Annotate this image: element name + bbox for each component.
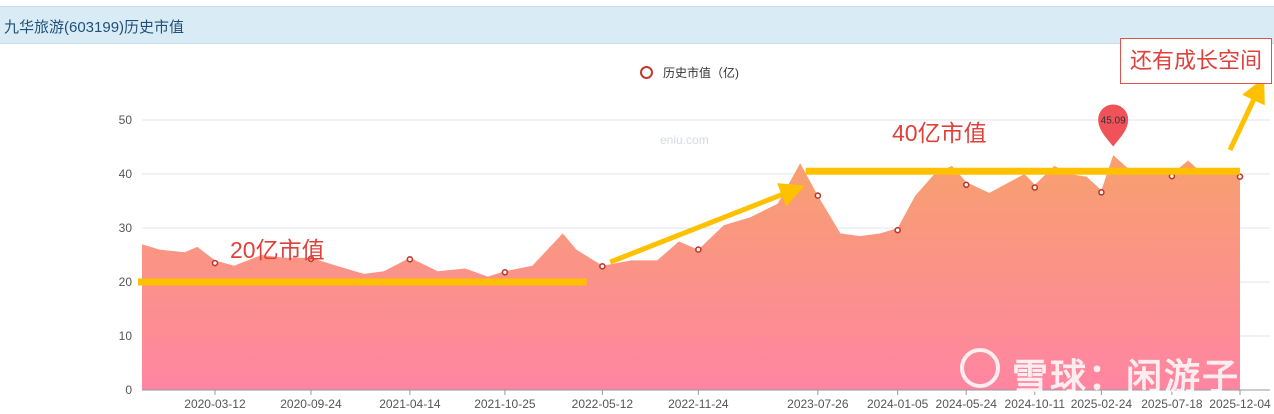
level-40-label: 40亿市值	[892, 120, 987, 146]
y-tick-label: 40	[119, 167, 133, 181]
arrow-growth-icon	[1227, 77, 1265, 152]
data-marker	[1236, 173, 1244, 180]
max-value-label: 45.09	[1101, 116, 1126, 127]
xueqiu-watermark: 雪球：闲游子	[1012, 356, 1241, 397]
x-tick-label: 2020-09-24	[280, 397, 342, 411]
data-marker	[211, 259, 219, 267]
data-marker	[1031, 184, 1039, 191]
level-20-label: 20亿市值	[230, 237, 325, 263]
x-tick-label: 2024-01-05	[867, 397, 929, 411]
x-tick-label: 2021-10-25	[474, 397, 536, 411]
site-watermark: eniu.com	[660, 133, 709, 147]
data-marker	[406, 256, 414, 263]
xueqiu-logo-icon	[960, 348, 1000, 388]
y-tick-label: 30	[119, 221, 133, 235]
x-tick-label: 2022-05-12	[572, 397, 634, 411]
growth-callout-text: 还有成长空间	[1129, 48, 1262, 73]
y-tick-label: 10	[119, 329, 133, 343]
x-tick-label: 2021-04-14	[379, 397, 441, 411]
y-tick-label: 0	[125, 383, 132, 397]
data-marker	[814, 192, 822, 199]
y-tick-label: 20	[119, 275, 133, 289]
x-tick-label: 2023-07-26	[787, 397, 849, 411]
data-marker	[501, 268, 509, 276]
growth-callout-box: 还有成长空间	[1120, 38, 1272, 84]
x-tick-label: 2024-05-24	[936, 397, 998, 411]
data-marker	[599, 263, 606, 270]
data-marker	[894, 226, 901, 234]
y-axis-ticks: 0 10 20 30 40 50	[119, 113, 133, 397]
x-tick-label: 2022-11-24	[668, 397, 729, 411]
data-marker	[962, 181, 970, 189]
data-marker	[1098, 189, 1105, 196]
y-tick-label: 50	[119, 113, 133, 127]
data-marker	[695, 246, 702, 253]
x-tick-label: 2020-03-12	[184, 397, 246, 411]
